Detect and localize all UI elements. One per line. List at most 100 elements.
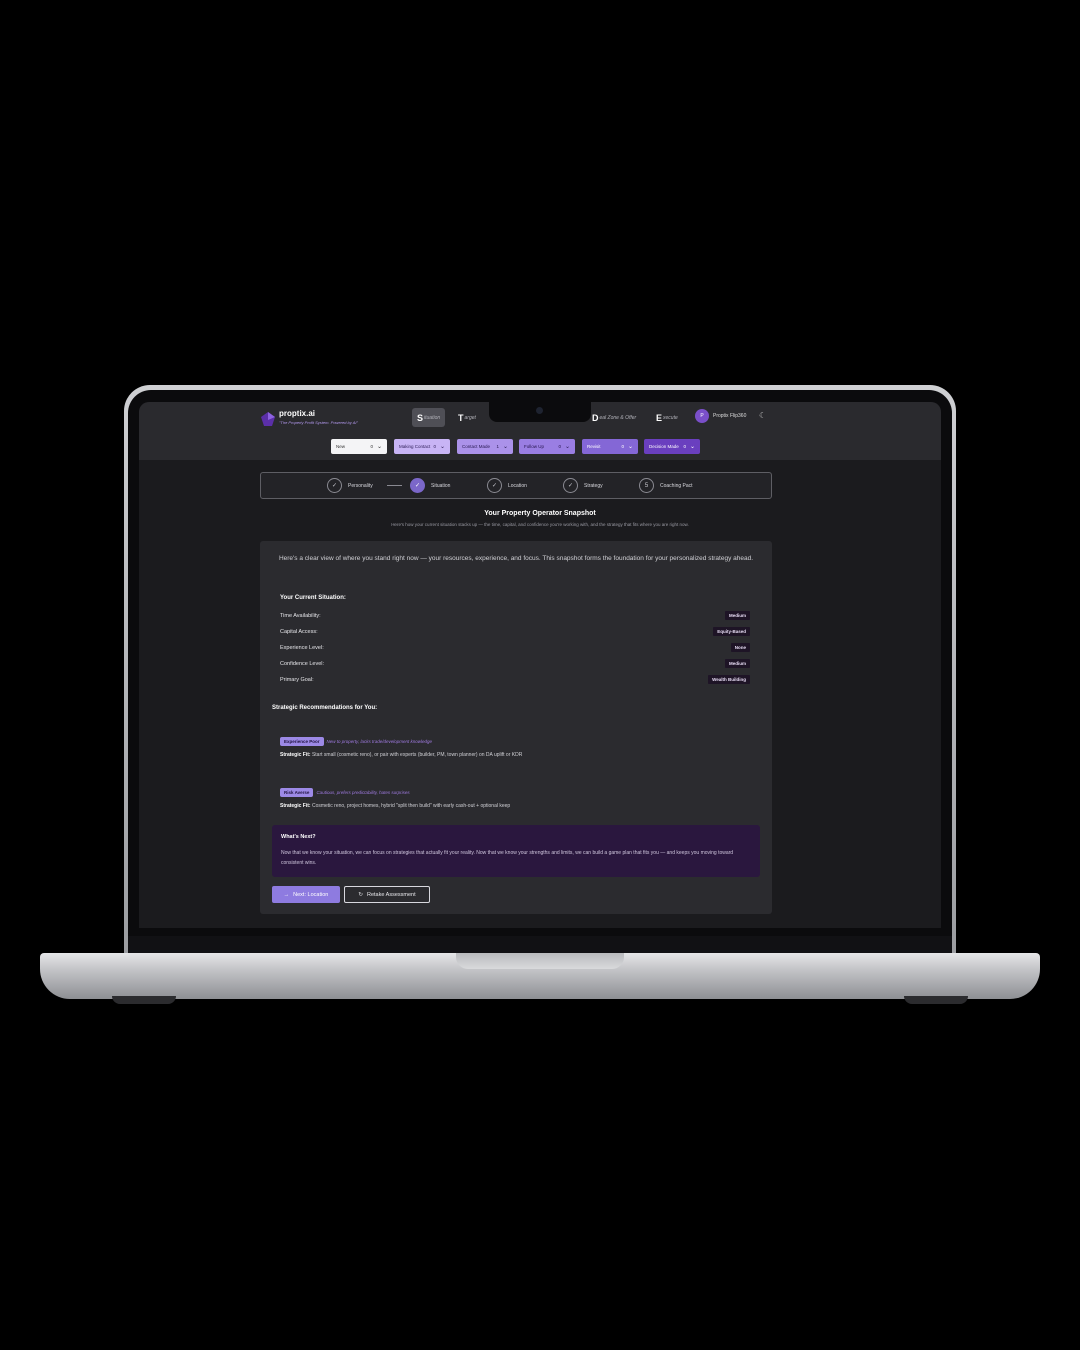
stage-decision-made-select[interactable]: Decision Made 0 ⌄ (644, 439, 700, 454)
arrow-right-icon: → (283, 891, 290, 898)
status-badge: Medium (724, 611, 750, 620)
app-screen: proptix.ai "The Property Profit System. … (139, 402, 941, 928)
step-coaching-pact[interactable]: 5 Coaching Pact (639, 478, 693, 493)
check-icon: ✓ (327, 478, 342, 493)
check-icon: ✓ (410, 478, 425, 493)
logo-icon[interactable] (260, 411, 276, 427)
row-label: Confidence Level: (280, 661, 325, 667)
nav-label: arget (464, 414, 476, 421)
nav-situation[interactable]: Situation (412, 408, 446, 427)
row-label: Primary Goal: (280, 677, 314, 683)
situation-heading: Your Current Situation: (280, 595, 346, 601)
nav-initial: S (417, 412, 424, 423)
strategic-fit: Strategic Fit: Cosmetic reno, project ho… (280, 803, 750, 809)
situation-row: Primary Goal: Wealth Building (280, 675, 750, 686)
nav-execute[interactable]: Execute (651, 408, 683, 427)
nav-target[interactable]: Target (453, 408, 481, 427)
fit-text: Start small (cosmetic reno), or pair wit… (311, 752, 523, 758)
chevron-down-icon: ⌄ (439, 444, 445, 450)
step-label: Location (508, 482, 527, 489)
button-label: Next: Location (293, 891, 329, 898)
row-label: Capital Access: (280, 629, 318, 635)
nav-label: ituation (424, 414, 441, 421)
fit-label: Strategic Fit: (280, 752, 311, 758)
refresh-icon: ↻ (358, 891, 363, 898)
strategic-fit: Strategic Fit: Start small (cosmetic ren… (280, 752, 750, 758)
nav-label: xecute (663, 414, 678, 421)
whats-next-panel: What's Next? Now that we know your situa… (272, 825, 760, 877)
nav-initial: T (458, 412, 464, 423)
nav-deal-zone[interactable]: Deal Zone & Offer (587, 408, 641, 427)
intro-text: Here's a clear view of where you stand r… (278, 555, 754, 562)
stage-count: 0 (558, 444, 561, 449)
stage-count: 0 (621, 444, 624, 449)
step-connector (387, 485, 402, 486)
brand-name[interactable]: proptix.ai (279, 409, 315, 418)
recommendation-item: Risk Averse Cautious, prefers predictabil… (280, 781, 750, 809)
step-label: Coaching Pact (660, 482, 693, 489)
retake-assessment-button[interactable]: ↻ Retake Assessment (344, 886, 430, 903)
moon-icon[interactable]: ☾ (759, 411, 766, 420)
stage-count: 0 (370, 444, 373, 449)
recommendation-desc: Cautious, prefers predictability, hates … (316, 790, 410, 795)
avatar: P (695, 409, 709, 423)
chevron-down-icon: ⌄ (627, 444, 633, 450)
recommendations-heading: Strategic Recommendations for You: (272, 705, 378, 711)
laptop-foot-right (904, 996, 968, 1004)
recommendation-item: Experience Poor New to property, lacks tr… (280, 730, 750, 758)
chevron-down-icon: ⌄ (689, 444, 695, 450)
situation-row: Time Availability: Medium (280, 611, 750, 622)
page-subtitle: Here's how your current situation stacks… (391, 522, 689, 527)
chevron-down-icon: ⌄ (564, 444, 570, 450)
laptop-trackpad-lip (456, 953, 624, 969)
situation-row: Confidence Level: Medium (280, 659, 750, 670)
snapshot-card: Here's a clear view of where you stand r… (260, 541, 772, 914)
situation-row: Capital Access: Equity-Based (280, 627, 750, 638)
recommendation-tag: Experience Poor (280, 737, 324, 746)
step-personality[interactable]: ✓ Personality (327, 478, 373, 493)
laptop-foot-left (112, 996, 176, 1004)
step-label: Strategy (584, 482, 603, 489)
stage-count: 1 (496, 444, 499, 449)
step-label: Personality (348, 482, 373, 489)
nav-initial: E (656, 412, 663, 423)
user-menu[interactable]: P Proptix Flip360 (695, 409, 746, 423)
stage-contact-made-select[interactable]: Contact Made 1 ⌄ (457, 439, 513, 454)
button-label: Retake Assessment (367, 891, 416, 898)
row-label: Experience Level: (280, 645, 324, 651)
stage-label: Making Contact (399, 444, 431, 449)
situation-row: Experience Level: None (280, 643, 750, 654)
step-location[interactable]: ✓ Location (487, 478, 527, 493)
row-label: Time Availability: (280, 613, 321, 619)
step-situation[interactable]: ✓ Situation (410, 478, 450, 493)
status-badge: None (730, 643, 750, 652)
stage-new-select[interactable]: New 0 ⌄ (331, 439, 387, 454)
chevron-down-icon: ⌄ (502, 444, 508, 450)
chevron-down-icon: ⌄ (376, 444, 382, 450)
stage-label: New (336, 444, 346, 449)
recommendation-tag: Risk Averse (280, 788, 314, 797)
status-badge: Medium (724, 659, 750, 668)
brand-tagline: "The Property Profit System. Powered by … (279, 420, 358, 425)
progress-stepper: ✓ Personality ✓ Situation ✓ Location ✓ S… (260, 472, 772, 499)
stage-count: 0 (683, 444, 686, 449)
step-label: Situation (431, 482, 451, 489)
step-strategy[interactable]: ✓ Strategy (563, 478, 603, 493)
fit-text: Cosmetic reno, project homes, hybrid "sp… (311, 803, 511, 809)
status-badge: Equity-Based (713, 627, 750, 636)
stage-label: Follow Up (524, 444, 545, 449)
step-number: 5 (639, 478, 654, 493)
whats-next-title: What's Next? (281, 834, 316, 840)
nav-label: eal Zone & Offer (599, 414, 637, 421)
check-icon: ✓ (487, 478, 502, 493)
next-location-button[interactable]: → Next: Location (272, 886, 340, 903)
recommendation-desc: New to property, lacks trade/development… (326, 739, 432, 744)
check-icon: ✓ (563, 478, 578, 493)
stage-label: Contact Made (462, 444, 491, 449)
stage-follow-up-select[interactable]: Follow Up 0 ⌄ (519, 439, 575, 454)
stage-making-contact-select[interactable]: Making Contact 0 ⌄ (394, 439, 450, 454)
stage-label: Decision Made (649, 444, 679, 449)
stage-revisit-select[interactable]: Revisit 0 ⌄ (582, 439, 638, 454)
status-badge: Wealth Building (708, 675, 750, 684)
stage-count: 0 (433, 444, 436, 449)
